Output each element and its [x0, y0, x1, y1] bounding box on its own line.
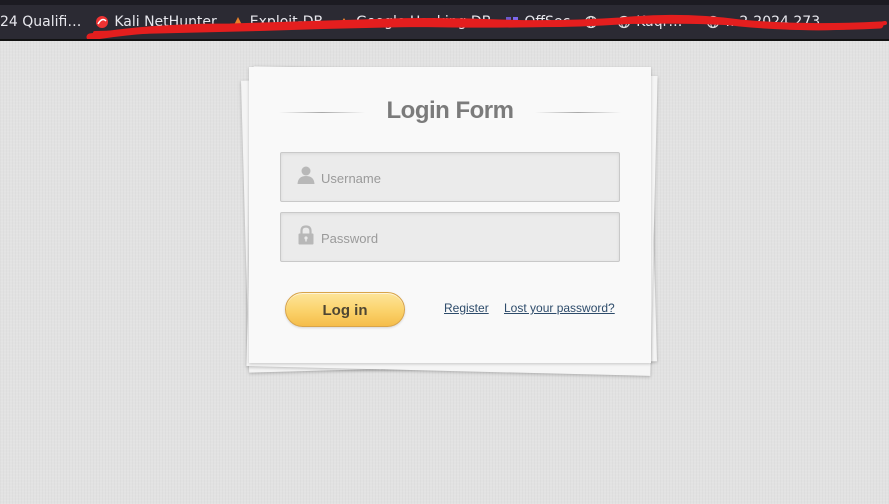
globe-icon — [706, 15, 720, 29]
title-divider — [279, 112, 365, 113]
bookmark-item[interactable]: Kaqr… — [617, 9, 682, 35]
user-icon — [296, 164, 316, 186]
bookmark-kali-nethunter[interactable]: Kali NetHunter — [95, 9, 217, 35]
register-link[interactable]: Register — [444, 301, 489, 315]
lost-password-link[interactable]: Lost your password? — [504, 301, 615, 315]
login-form-header: Login Form — [279, 96, 621, 126]
username-field[interactable] — [280, 152, 620, 202]
page-title: Login Form — [386, 97, 514, 124]
bookmark-google-hacking-db[interactable]: Google Hacking DB — [337, 9, 491, 35]
login-button[interactable]: Log in — [285, 292, 405, 327]
exploit-db-icon — [231, 15, 245, 29]
login-form: Login Form Log in — [249, 67, 651, 363]
bookmark-globe[interactable] — [584, 9, 603, 35]
ghdb-icon — [337, 15, 351, 29]
globe-icon — [617, 15, 631, 29]
bookmark-exploit-db[interactable]: Exploit-DB — [231, 9, 323, 35]
offsec-icon — [505, 15, 519, 29]
bookmark-item[interactable]: …2-2024 273… — [706, 9, 834, 35]
password-field[interactable] — [280, 212, 620, 262]
bookmark-offsec[interactable]: OffSec — [505, 9, 570, 35]
username-input[interactable] — [321, 153, 617, 201]
password-input[interactable] — [321, 213, 617, 261]
lock-icon — [296, 224, 316, 246]
kali-dragon-icon — [95, 15, 109, 29]
bookmark-label: 24 Qualifi… — [0, 14, 82, 30]
bookmark-label: Exploit-DB — [249, 14, 324, 30]
globe-icon — [584, 15, 598, 29]
bookmark-label: OffSec — [524, 14, 571, 30]
bookmark-item[interactable]: 24 Qualifi… — [0, 9, 81, 35]
bookmark-label: …2-2024 273… — [725, 14, 835, 30]
page-background: Login Form Log in — [0, 41, 889, 504]
bookmark-label: Kali NetHunter — [114, 14, 217, 30]
title-divider — [535, 112, 621, 113]
bookmark-label: Google Hacking DB — [356, 14, 492, 30]
bookmarks-bar: 24 Qualifi… Kali NetHunter Exploit-DB Go… — [0, 0, 889, 41]
bookmark-label: Kaqr… — [636, 14, 683, 30]
